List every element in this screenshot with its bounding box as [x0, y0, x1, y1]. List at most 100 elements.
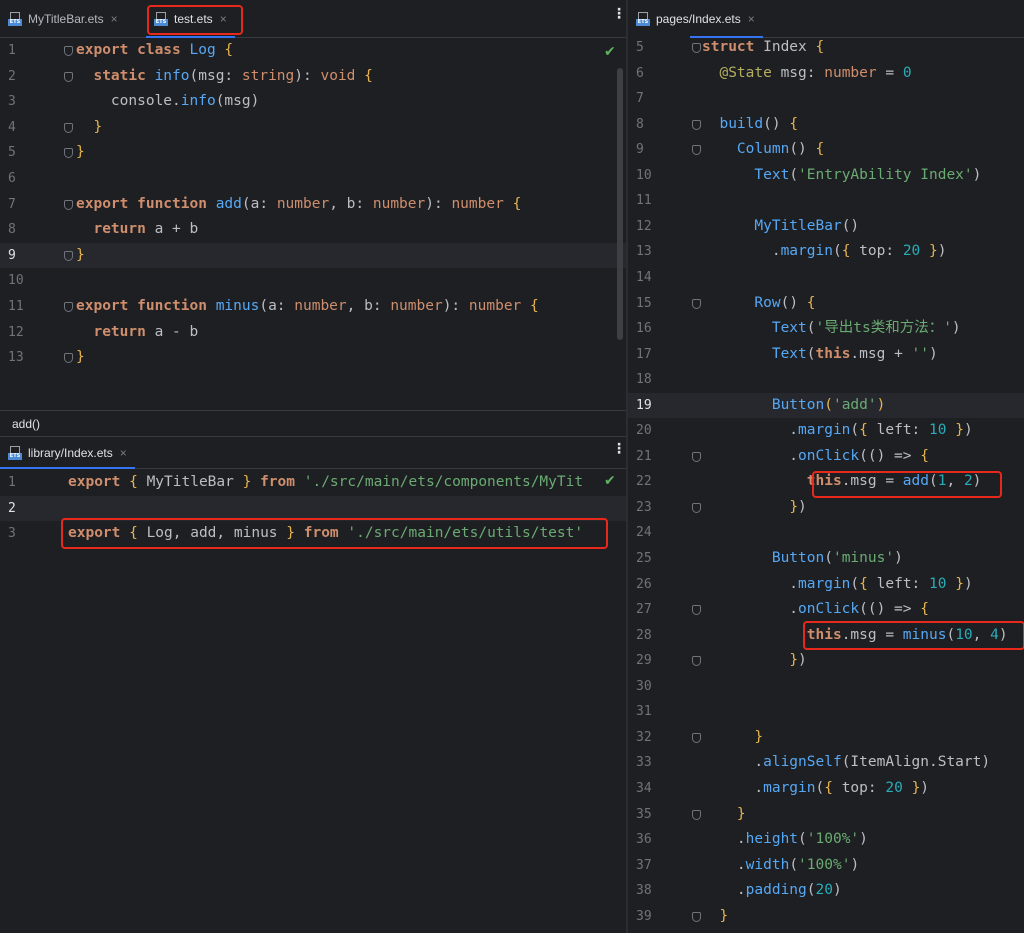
line-number: 22: [636, 474, 652, 490]
code-text: }: [76, 144, 85, 161]
tab-library-index[interactable]: ETS library/Index.ets ×: [0, 437, 135, 469]
tab-pages-index[interactable]: ETS pages/Index.ets ×: [628, 0, 763, 38]
code-line[interactable]: 19 Button('add'): [628, 392, 1024, 419]
code-line[interactable]: 30: [628, 674, 1024, 700]
fold-marker-icon[interactable]: [690, 291, 701, 317]
line-number: 28: [636, 627, 652, 643]
line-number: 4: [8, 119, 16, 135]
code-line[interactable]: 6 @State msg: number = 0: [628, 61, 1024, 87]
fold-marker-icon[interactable]: [62, 192, 73, 218]
tab-bar-right: ETS pages/Index.ets ×: [628, 0, 1024, 38]
code-line[interactable]: 1 export class Log {: [0, 38, 626, 64]
line-number: 36: [636, 832, 652, 848]
code-line[interactable]: 6: [0, 166, 626, 192]
fold-marker-icon[interactable]: [62, 38, 73, 64]
code-line[interactable]: 38 .padding(20): [628, 878, 1024, 904]
close-icon[interactable]: ×: [120, 446, 127, 460]
fold-marker-icon[interactable]: [690, 802, 701, 828]
code-line[interactable]: 39 }: [628, 904, 1024, 930]
code-line[interactable]: 31: [628, 699, 1024, 725]
code-line[interactable]: 11 export function minus(a: number, b: nu…: [0, 294, 626, 320]
code-line[interactable]: 29 }): [628, 648, 1024, 674]
close-icon[interactable]: ×: [111, 12, 118, 26]
code-line[interactable]: 3 console.info(msg): [0, 89, 626, 115]
code-line[interactable]: 8 return a + b: [0, 217, 626, 243]
line-number: 12: [8, 324, 24, 340]
code-line[interactable]: 2 static info(msg: string): void {: [0, 64, 626, 90]
breadcrumb-status: add(): [0, 410, 626, 437]
close-icon[interactable]: ×: [748, 12, 755, 26]
code-text: Text('EntryAbility Index'): [754, 166, 982, 183]
line-number: 2: [8, 68, 16, 84]
code-line[interactable]: 23 }): [628, 495, 1024, 521]
code-line[interactable]: 18: [628, 367, 1024, 393]
code-line[interactable]: 24: [628, 520, 1024, 546]
code-line[interactable]: 10: [0, 268, 626, 294]
fold-marker-icon[interactable]: [690, 35, 701, 61]
code-line[interactable]: 35 }: [628, 802, 1024, 828]
code-line[interactable]: 21 .onClick(() => {: [628, 444, 1024, 470]
code-line[interactable]: 13 .margin({ top: 20 }): [628, 239, 1024, 265]
code-text: .margin({ left: 10 }): [702, 422, 973, 439]
fold-marker-icon[interactable]: [690, 904, 701, 930]
code-line[interactable]: 34 .margin({ top: 20 }): [628, 776, 1024, 802]
code-line[interactable]: 10 Text('EntryAbility Index'): [628, 163, 1024, 189]
fold-marker-icon[interactable]: [62, 115, 73, 141]
code-line[interactable]: 4 }: [0, 115, 626, 141]
code-text: export { MyTitleBar } from './src/main/e…: [68, 474, 584, 490]
line-number: 6: [636, 65, 644, 81]
code-line[interactable]: 33 .alignSelf(ItemAlign.Start): [628, 750, 1024, 776]
fold-marker-icon[interactable]: [690, 648, 701, 674]
line-number: 31: [636, 704, 652, 720]
code-line[interactable]: 7 export function add(a: number, b: numbe…: [0, 192, 626, 218]
tab-label: pages/Index.ets: [656, 12, 741, 26]
code-line[interactable]: 8 build() {: [628, 112, 1024, 138]
code-line[interactable]: 5 struct Index {: [628, 35, 1024, 61]
code-editor-test[interactable]: 1 export class Log {2 static info(msg: st…: [0, 38, 626, 410]
code-line[interactable]: 32 }: [628, 725, 1024, 751]
line-number: 1: [8, 475, 16, 490]
code-line[interactable]: 16 Text('导出ts类和方法：'): [628, 316, 1024, 342]
code-line[interactable]: 7: [628, 86, 1024, 112]
line-number: 13: [8, 350, 24, 366]
code-line[interactable]: 25 Button('minus'): [628, 546, 1024, 572]
code-line[interactable]: 37 .width('100%'): [628, 853, 1024, 879]
code-text: return a - b: [93, 323, 199, 340]
code-line[interactable]: 1 export { MyTitleBar } from './src/main/…: [0, 470, 626, 496]
line-number: 27: [636, 602, 652, 618]
code-line[interactable]: 14: [628, 265, 1024, 291]
code-text: export class Log {: [76, 42, 234, 58]
code-line[interactable]: 5}: [0, 140, 626, 166]
code-line[interactable]: 11: [628, 188, 1024, 214]
fold-marker-icon[interactable]: [690, 112, 701, 138]
tab-label: MyTitleBar.ets: [28, 12, 104, 26]
line-number: 29: [636, 653, 652, 669]
more-options-icon[interactable]: ⋮: [612, 7, 626, 21]
fold-marker-icon[interactable]: [62, 243, 73, 269]
code-line[interactable]: 12 MyTitleBar(): [628, 214, 1024, 240]
code-line[interactable]: 13}: [0, 345, 626, 371]
fold-marker-icon[interactable]: [62, 64, 73, 90]
code-line[interactable]: 20 .margin({ left: 10 }): [628, 418, 1024, 444]
fold-marker-icon[interactable]: [62, 140, 73, 166]
code-line[interactable]: 17 Text(this.msg + ''): [628, 342, 1024, 368]
tab-mytitlebar[interactable]: ETS MyTitleBar.ets ×: [0, 0, 126, 38]
fold-marker-icon[interactable]: [62, 294, 73, 320]
fold-marker-icon[interactable]: [62, 345, 73, 371]
code-line[interactable]: 26 .margin({ left: 10 }): [628, 572, 1024, 598]
code-line[interactable]: 36 .height('100%'): [628, 827, 1024, 853]
fold-marker-icon[interactable]: [690, 444, 701, 470]
fold-marker-icon[interactable]: [690, 495, 701, 521]
more-options-icon[interactable]: ⋮: [612, 442, 626, 456]
line-number: 5: [636, 40, 644, 55]
code-line[interactable]: 15 Row() {: [628, 291, 1024, 317]
code-text: build() {: [719, 115, 799, 132]
fold-marker-icon[interactable]: [690, 137, 701, 163]
code-line[interactable]: 9}: [0, 242, 626, 269]
code-line[interactable]: 12 return a - b: [0, 320, 626, 346]
fold-marker-icon[interactable]: [690, 597, 701, 623]
code-line[interactable]: 27 .onClick(() => {: [628, 597, 1024, 623]
fold-marker-icon[interactable]: [690, 725, 701, 751]
vertical-scrollbar[interactable]: [617, 68, 623, 340]
code-line[interactable]: 9 Column() {: [628, 137, 1024, 163]
